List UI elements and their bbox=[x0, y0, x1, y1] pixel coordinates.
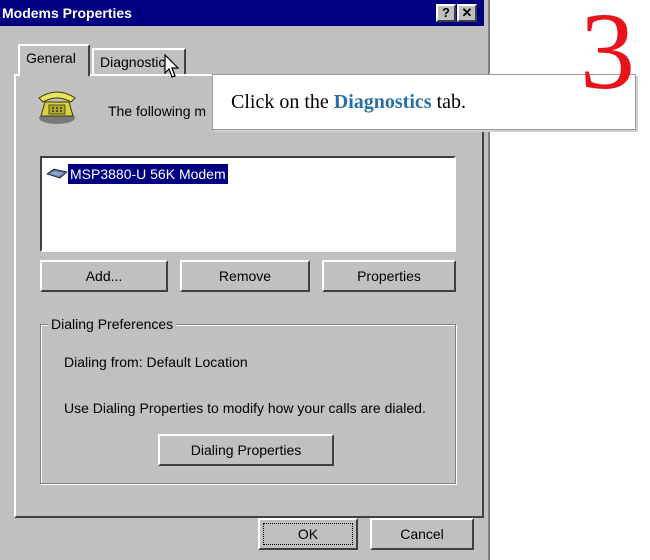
callout-suffix: tab. bbox=[431, 91, 466, 113]
instruction-callout: Click on the Diagnostics tab. bbox=[212, 74, 636, 130]
add-button[interactable]: Add... bbox=[40, 260, 168, 292]
dialing-description: Use Dialing Properties to modify how you… bbox=[64, 400, 426, 416]
callout-prefix: Click on the bbox=[231, 91, 334, 113]
focus-rect bbox=[263, 523, 353, 545]
dialing-from-text: Dialing from: Default Location bbox=[64, 354, 248, 370]
step-number: 3 bbox=[580, 0, 635, 112]
phone-icon bbox=[38, 91, 76, 124]
intro-text: The following m bbox=[108, 103, 207, 119]
mouse-cursor-icon bbox=[164, 54, 180, 78]
close-button[interactable]: ✕ bbox=[457, 4, 477, 22]
group-label: Dialing Preferences bbox=[48, 316, 177, 332]
remove-button[interactable]: Remove bbox=[180, 260, 310, 292]
tab-general[interactable]: General bbox=[18, 44, 90, 76]
callout-keyword: Diagnostics bbox=[333, 91, 432, 113]
modem-name: MSP3880-U 56K Modem bbox=[68, 164, 228, 184]
modem-list[interactable]: MSP3880-U 56K Modem bbox=[40, 156, 456, 252]
title-bar: Modems Properties ? ✕ bbox=[0, 0, 484, 26]
dialing-properties-button[interactable]: Dialing Properties bbox=[158, 434, 334, 466]
ok-button[interactable]: OK bbox=[258, 518, 358, 550]
cancel-button[interactable]: Cancel bbox=[370, 518, 474, 550]
modem-icon bbox=[46, 168, 68, 179]
help-button[interactable]: ? bbox=[436, 4, 456, 22]
window-title: Modems Properties bbox=[2, 5, 132, 21]
properties-button[interactable]: Properties bbox=[322, 260, 456, 292]
